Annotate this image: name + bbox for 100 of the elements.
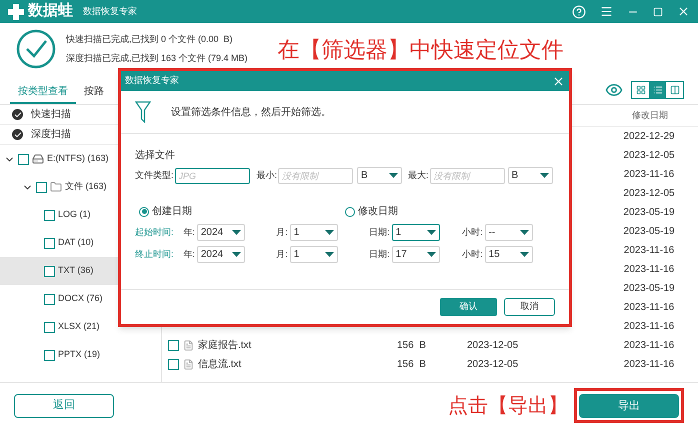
funnel-icon — [135, 101, 151, 123]
field-label: 年: — [183, 248, 195, 261]
dropdown-caret-icon — [520, 252, 529, 257]
maximize-icon[interactable] — [653, 6, 663, 16]
radio-button[interactable] — [139, 206, 149, 216]
dropdown-select[interactable]: B — [508, 167, 553, 184]
modified-date: 2023-11-16 — [622, 358, 676, 372]
file-icon — [183, 359, 194, 370]
field-label: 最小: — [256, 168, 278, 182]
tree-label: LOG (1) — [58, 208, 91, 222]
dropdown-select[interactable]: -- — [484, 224, 533, 241]
logo-text: 数据蛙 — [28, 1, 73, 22]
file-icon — [183, 340, 194, 351]
tree-item[interactable]: PPTX (19) — [0, 341, 161, 369]
field-label: 年: — [183, 226, 195, 239]
preview-eye-icon[interactable] — [605, 81, 623, 99]
tree-label: DAT (10) — [58, 236, 94, 250]
modified-date: 2023-11-16 — [622, 301, 676, 315]
dropdown-select[interactable]: B — [357, 167, 402, 184]
modified-date: 2023-05-19 — [622, 282, 676, 296]
tree-item[interactable]: DOCX (76) — [0, 285, 161, 313]
annotation-text: 点击【导出】 — [448, 394, 568, 418]
modified-date: 2023-05-19 — [622, 225, 676, 239]
dropdown-select[interactable]: 15 — [484, 246, 533, 263]
help-icon[interactable] — [572, 4, 586, 18]
field-label: 日期: — [369, 248, 390, 261]
dropdown-select[interactable]: 17 — [392, 246, 440, 263]
confirm-button[interactable]: 确认 — [440, 298, 497, 316]
modified-date: 2023-11-16 — [622, 168, 676, 182]
time-row-label: 起始时间: — [135, 226, 175, 239]
view-tab[interactable]: 按类型查看 — [10, 80, 76, 104]
dropdown-caret-icon — [232, 230, 241, 235]
back-button[interactable]: 返回 — [14, 394, 114, 418]
view-mode-button[interactable] — [649, 82, 666, 98]
tree-label: E:(NTFS) (163) — [47, 152, 109, 166]
modified-date: 2023-12-05 — [622, 149, 676, 163]
tree-label: 文件 (163) — [65, 180, 107, 194]
checkbox[interactable] — [44, 210, 55, 220]
file-name: 家庭报告.txt — [198, 338, 252, 353]
drive-icon — [32, 153, 44, 165]
dropdown-caret-icon — [540, 173, 549, 178]
dropdown-select[interactable]: 2024 — [196, 246, 245, 263]
field-label: 月: — [276, 248, 288, 261]
field-label: 小时: — [462, 248, 483, 261]
annotation-text: 在【筛选器】中快速定位文件 — [278, 36, 564, 64]
scan-summary-text: 深度扫描已完成,已找到 163 个文件 (79.4 MB) — [66, 52, 248, 65]
export-button[interactable]: 导出 — [579, 394, 679, 418]
radio-label: 创建日期 — [152, 204, 192, 219]
tree-label: PPTX (19) — [58, 348, 100, 362]
modified-date: 2022-12-29 — [622, 130, 676, 144]
modified-date: 2023-11-16 — [622, 339, 676, 353]
file-size: 156 B — [397, 358, 427, 372]
dropdown-caret-icon — [324, 252, 334, 257]
cancel-button[interactable]: 取消 — [504, 298, 555, 316]
checkbox[interactable] — [44, 238, 55, 248]
checkbox[interactable] — [44, 266, 55, 276]
file-size: 156 B — [397, 339, 427, 353]
tree-label: DOCX (76) — [58, 292, 103, 306]
modified-date: 2023-05-19 — [622, 206, 676, 220]
max-size-field[interactable]: 没有限制 — [430, 168, 505, 184]
dropdown-select[interactable]: 1 — [290, 246, 338, 263]
cross-logo-icon — [8, 4, 24, 20]
checkbox[interactable] — [44, 350, 55, 360]
dropdown-select[interactable]: 1 — [290, 224, 338, 241]
dropdown-caret-icon — [389, 173, 398, 178]
section-title: 选择文件 — [135, 148, 176, 163]
modified-date: 2023-11-16 — [622, 244, 676, 258]
modified-date: 2023-11-16 — [622, 320, 676, 334]
dropdown-caret-icon — [426, 230, 436, 235]
min-size-field[interactable]: 没有限制 — [278, 168, 354, 184]
dropdown-caret-icon — [324, 230, 334, 235]
checkbox[interactable] — [44, 294, 55, 304]
tree-label: TXT (36) — [58, 264, 94, 278]
field-label: 最大: — [408, 168, 429, 182]
checkbox[interactable] — [44, 322, 55, 332]
dropdown-select[interactable]: 2024 — [196, 224, 245, 241]
checkbox[interactable] — [18, 154, 29, 164]
radio-label: 修改日期 — [358, 204, 398, 219]
menu-icon[interactable] — [600, 5, 613, 18]
dropdown-select[interactable]: 1 — [392, 224, 440, 241]
close-icon[interactable] — [677, 5, 690, 18]
column-header[interactable]: 修改日期 — [602, 108, 698, 122]
file-type-field[interactable]: JPG — [174, 168, 250, 184]
tree-label: XLSX (21) — [58, 320, 100, 334]
grid-view-icon — [636, 85, 646, 95]
app-name: 数据恢复专家 — [83, 4, 137, 18]
view-tab[interactable]: 按路 — [76, 80, 112, 104]
field-label: 文件类型: — [135, 168, 174, 182]
checkbox[interactable] — [168, 340, 179, 351]
field-label: 小时: — [462, 226, 483, 239]
radio-button[interactable] — [345, 206, 355, 216]
dialog-message: 设置筛选条件信息，然后开始筛选。 — [171, 106, 331, 120]
checkbox[interactable] — [36, 182, 47, 192]
dropdown-caret-icon — [426, 252, 436, 257]
tree-item[interactable]: XLSX (21) — [0, 313, 161, 341]
field-label: 日期: — [369, 226, 390, 239]
file-name: 信息流.txt — [198, 358, 242, 372]
checkbox[interactable] — [168, 359, 179, 370]
folder-icon — [50, 181, 62, 193]
close-icon[interactable] — [552, 74, 565, 88]
